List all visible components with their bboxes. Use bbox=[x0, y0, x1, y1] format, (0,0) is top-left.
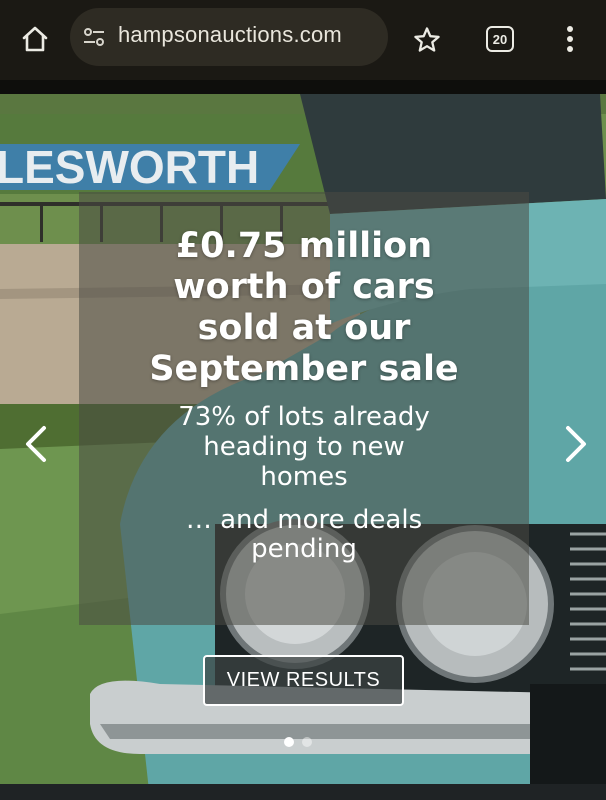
tab-count: 20 bbox=[492, 31, 508, 47]
chevron-right-icon[interactable] bbox=[562, 424, 590, 464]
address-bar[interactable]: hampsonauctions.com bbox=[70, 8, 388, 66]
subheadline-line: heading to new bbox=[203, 432, 405, 462]
carousel-indicators bbox=[284, 737, 312, 747]
star-icon[interactable] bbox=[413, 26, 441, 54]
site-settings-icon[interactable] bbox=[82, 25, 106, 49]
subheadline-line: 73% of lots already bbox=[178, 402, 430, 432]
headline-line: sold at our bbox=[197, 308, 411, 348]
view-results-button[interactable]: VIEW RESULTS bbox=[203, 655, 404, 706]
url-text[interactable]: hampsonauctions.com bbox=[118, 22, 342, 48]
hero-headline: £0.75 million worth of cars sold at our … bbox=[79, 226, 529, 390]
tabs-icon[interactable]: 20 bbox=[486, 26, 514, 52]
carousel-dot-2[interactable] bbox=[302, 737, 312, 747]
headline-line: worth of cars bbox=[173, 267, 435, 307]
subheadline-line: homes bbox=[260, 462, 348, 492]
chevron-left-icon[interactable] bbox=[22, 424, 50, 464]
pending-line: … and more deals bbox=[185, 505, 423, 535]
browser-toolbar: hampsonauctions.com 20 bbox=[0, 0, 606, 80]
more-menu-icon[interactable] bbox=[560, 24, 580, 54]
headline-line: £0.75 million bbox=[175, 226, 433, 266]
venue-sign-text: LESWORTH bbox=[0, 141, 259, 193]
hero-carousel: LESWORTH £0.75 million worth of cars sol… bbox=[0, 94, 606, 800]
carousel-dot-1[interactable] bbox=[284, 737, 294, 747]
pending-line: pending bbox=[251, 534, 357, 564]
home-icon[interactable] bbox=[18, 22, 52, 56]
hero-pending-text: … and more deals pending bbox=[79, 506, 529, 564]
hero-subheadline: 73% of lots already heading to new homes bbox=[79, 402, 529, 492]
headline-line: September sale bbox=[149, 349, 459, 389]
